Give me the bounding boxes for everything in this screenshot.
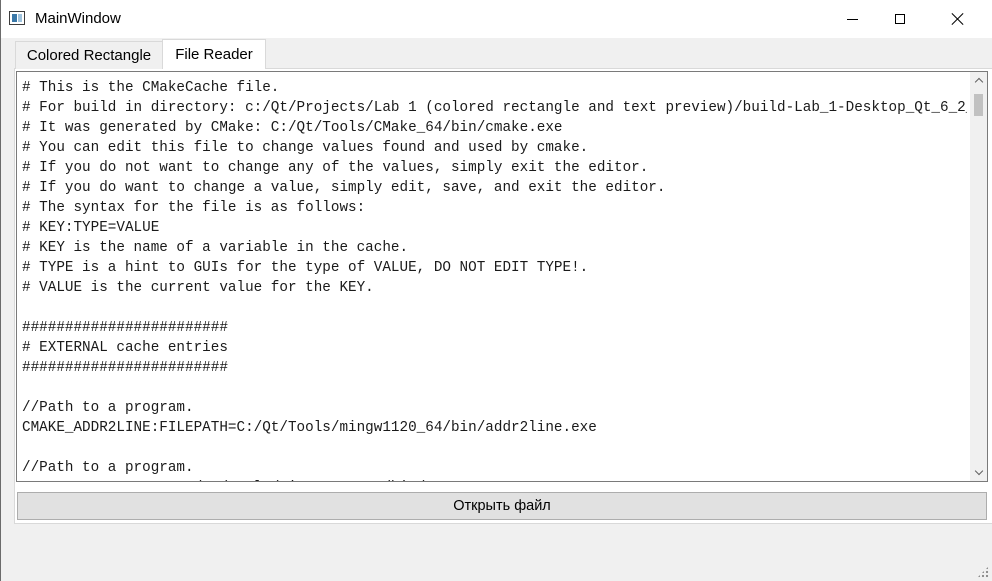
file-line: CMAKE_AR:FILEPATH=C:/Qt/Tools/mingw1120_… bbox=[22, 480, 477, 481]
maximize-button[interactable] bbox=[877, 0, 923, 38]
tab-label: File Reader bbox=[175, 46, 253, 63]
file-line: # You can edit this file to change value… bbox=[22, 140, 589, 156]
file-line: CMAKE_ADDR2LINE:FILEPATH=C:/Qt/Tools/min… bbox=[22, 420, 597, 436]
window-title: MainWindow bbox=[35, 10, 121, 27]
open-file-button[interactable]: Открыть файл bbox=[17, 492, 987, 520]
main-window: MainWindow Colored Rectangle File Reader… bbox=[0, 0, 992, 581]
file-line: # KEY:TYPE=VALUE bbox=[22, 220, 160, 236]
vertical-scrollbar[interactable] bbox=[970, 72, 987, 481]
scroll-down-button[interactable] bbox=[970, 464, 987, 481]
file-line: # EXTERNAL cache entries bbox=[22, 340, 228, 356]
maximize-icon bbox=[895, 14, 905, 24]
tab-colored-rectangle[interactable]: Colored Rectangle bbox=[15, 41, 163, 69]
file-line: # If you do not want to change any of th… bbox=[22, 160, 649, 176]
scrollbar-thumb[interactable] bbox=[974, 94, 983, 116]
file-line: ######################## bbox=[22, 360, 228, 376]
close-button[interactable] bbox=[935, 0, 981, 38]
tab-file-reader[interactable]: File Reader bbox=[162, 39, 266, 69]
file-line: ######################## bbox=[22, 320, 228, 336]
file-line: # If you do want to change a value, simp… bbox=[22, 180, 666, 196]
file-line: # The syntax for the file is as follows: bbox=[22, 200, 366, 216]
title-bar[interactable]: MainWindow bbox=[1, 0, 992, 38]
file-line: # TYPE is a hint to GUIs for the type of… bbox=[22, 260, 589, 276]
file-line: //Path to a program. bbox=[22, 460, 194, 476]
file-line: # This is the CMakeCache file. bbox=[22, 80, 280, 96]
file-line: //Path to a program. bbox=[22, 400, 194, 416]
chevron-up-icon bbox=[974, 77, 983, 87]
file-content-textedit[interactable]: # This is the CMakeCache file. # For bui… bbox=[16, 71, 988, 482]
app-window-icon bbox=[9, 11, 25, 25]
file-line: # VALUE is the current value for the KEY… bbox=[22, 280, 374, 296]
close-icon bbox=[951, 12, 965, 26]
file-line: # It was generated by CMake: C:/Qt/Tools… bbox=[22, 120, 563, 136]
scroll-up-button[interactable] bbox=[970, 72, 987, 89]
file-line: # KEY is the name of a variable in the c… bbox=[22, 240, 409, 256]
minimize-button[interactable] bbox=[829, 0, 875, 38]
minimize-icon bbox=[846, 18, 858, 20]
tab-label: Colored Rectangle bbox=[26, 47, 152, 64]
file-content-text: # This is the CMakeCache file. # For bui… bbox=[22, 78, 967, 481]
chevron-down-icon bbox=[974, 466, 983, 476]
resize-grip-icon[interactable] bbox=[977, 566, 989, 578]
file-line: # For build in directory: c:/Qt/Projects… bbox=[22, 100, 967, 116]
